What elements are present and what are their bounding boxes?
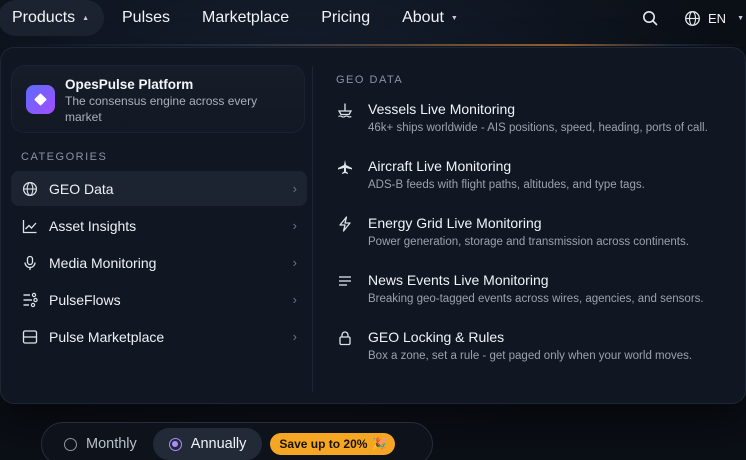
language-label: EN bbox=[708, 10, 727, 26]
microphone-icon bbox=[21, 254, 39, 272]
menu-divider bbox=[312, 66, 313, 392]
language-selector[interactable]: EN ▼ bbox=[684, 10, 746, 27]
geo-item-vessels[interactable]: Vessels Live Monitoring 46k+ ships world… bbox=[336, 100, 736, 137]
geo-item-description: Box a zone, set a rule - get paged only … bbox=[368, 350, 693, 362]
category-pulse-marketplace[interactable]: Pulse Marketplace › bbox=[11, 319, 307, 354]
geo-item-title: Aircraft Live Monitoring bbox=[368, 158, 512, 174]
nav-products-label: Products bbox=[12, 9, 76, 26]
geo-item-title: GEO Locking & Rules bbox=[368, 329, 505, 345]
geo-item-description: ADS-B feeds with flight paths, altitudes… bbox=[368, 179, 645, 191]
chevron-right-icon: › bbox=[292, 181, 297, 196]
geo-item-title: Energy Grid Live Monitoring bbox=[368, 215, 542, 231]
categories-heading: CATEGORIES bbox=[21, 151, 108, 163]
billing-annually-option[interactable]: Annually bbox=[152, 428, 263, 460]
nav-products[interactable]: Products ▲ bbox=[0, 0, 104, 36]
globe-icon bbox=[21, 180, 39, 198]
nav-pulses[interactable]: Pulses bbox=[110, 0, 182, 36]
nav-marketplace-label: Marketplace bbox=[202, 9, 290, 26]
header-glow-line bbox=[0, 44, 746, 46]
menu-left-column: OpesPulse Platform The consensus engine … bbox=[11, 65, 307, 356]
category-label: Media Monitoring bbox=[49, 254, 157, 271]
geo-item-title: News Events Live Monitoring bbox=[368, 272, 549, 288]
news-lines-icon bbox=[336, 272, 354, 290]
radio-unchecked-icon bbox=[64, 437, 77, 451]
geo-data-heading: GEO DATA bbox=[336, 74, 404, 86]
platform-logo-icon bbox=[26, 85, 55, 114]
chart-line-icon bbox=[21, 217, 39, 235]
party-popper-icon: 🎉 bbox=[371, 437, 387, 451]
geo-item-news-events[interactable]: News Events Live Monitoring Breaking geo… bbox=[336, 271, 736, 308]
platform-description: The consensus engine across every market bbox=[65, 94, 258, 124]
caret-down-icon: ▼ bbox=[450, 14, 458, 22]
chevron-right-icon: › bbox=[292, 255, 297, 270]
marketplace-icon bbox=[21, 328, 39, 346]
geo-item-energy-grid[interactable]: Energy Grid Live Monitoring Power genera… bbox=[336, 214, 736, 251]
lock-icon bbox=[336, 329, 354, 347]
chevron-down-icon: ▼ bbox=[737, 14, 744, 22]
category-label: Asset Insights bbox=[49, 217, 137, 234]
category-media-monitoring[interactable]: Media Monitoring › bbox=[11, 245, 307, 280]
platform-title: OpesPulse Platform bbox=[65, 77, 194, 92]
nav-about-label: About bbox=[402, 9, 444, 26]
billing-annually-label: Annually bbox=[190, 436, 247, 452]
billing-period-toggle: Monthly Annually Save up to 20% 🎉 bbox=[41, 422, 433, 460]
chevron-right-icon: › bbox=[292, 218, 297, 233]
caret-up-icon: ▲ bbox=[82, 14, 90, 22]
search-button[interactable] bbox=[632, 0, 668, 36]
category-label: Pulse Marketplace bbox=[49, 328, 165, 345]
chevron-right-icon: › bbox=[292, 329, 297, 344]
platform-card[interactable]: OpesPulse Platform The consensus engine … bbox=[11, 65, 305, 133]
category-geo-data[interactable]: GEO Data › bbox=[11, 171, 307, 206]
geo-item-description: Breaking geo-tagged events across wires,… bbox=[368, 293, 704, 305]
menu-right-column: GEO DATA Vessels Live Monitoring 46k+ sh… bbox=[336, 74, 736, 365]
airplane-icon bbox=[336, 158, 354, 176]
top-navbar: Products ▲ Pulses Marketplace Pricing Ab… bbox=[0, 0, 746, 36]
billing-monthly-option[interactable]: Monthly bbox=[48, 428, 153, 460]
nav-marketplace[interactable]: Marketplace bbox=[190, 0, 301, 36]
geo-item-geo-locking[interactable]: GEO Locking & Rules Box a zone, set a ru… bbox=[336, 328, 736, 365]
geo-item-aircraft[interactable]: Aircraft Live Monitoring ADS-B feeds wit… bbox=[336, 157, 736, 194]
nav-pricing-label: Pricing bbox=[321, 9, 371, 26]
nav-about[interactable]: About ▼ bbox=[390, 0, 470, 36]
nav-right-group: EN ▼ bbox=[632, 0, 746, 36]
nav-pricing[interactable]: Pricing bbox=[309, 0, 382, 36]
ship-icon bbox=[336, 101, 354, 119]
geo-item-description: Power generation, storage and transmissi… bbox=[368, 236, 689, 248]
globe-icon bbox=[685, 10, 700, 26]
nav-pulses-label: Pulses bbox=[122, 9, 171, 26]
products-mega-menu: OpesPulse Platform The consensus engine … bbox=[0, 47, 746, 404]
category-label: GEO Data bbox=[49, 180, 114, 197]
lightning-icon bbox=[336, 215, 354, 233]
save-badge: Save up to 20% 🎉 bbox=[270, 433, 396, 455]
geo-item-description: 46k+ ships worldwide - AIS positions, sp… bbox=[368, 122, 708, 134]
geo-item-title: Vessels Live Monitoring bbox=[368, 101, 516, 117]
category-asset-insights[interactable]: Asset Insights › bbox=[11, 208, 307, 243]
category-pulseflows[interactable]: PulseFlows › bbox=[11, 282, 307, 317]
radio-checked-icon bbox=[168, 437, 182, 451]
flows-icon bbox=[21, 291, 39, 309]
category-label: PulseFlows bbox=[49, 291, 121, 308]
chevron-right-icon: › bbox=[292, 292, 297, 307]
billing-monthly-label: Monthly bbox=[86, 436, 137, 452]
save-badge-label: Save up to 20% bbox=[279, 437, 368, 451]
search-icon bbox=[643, 11, 658, 26]
